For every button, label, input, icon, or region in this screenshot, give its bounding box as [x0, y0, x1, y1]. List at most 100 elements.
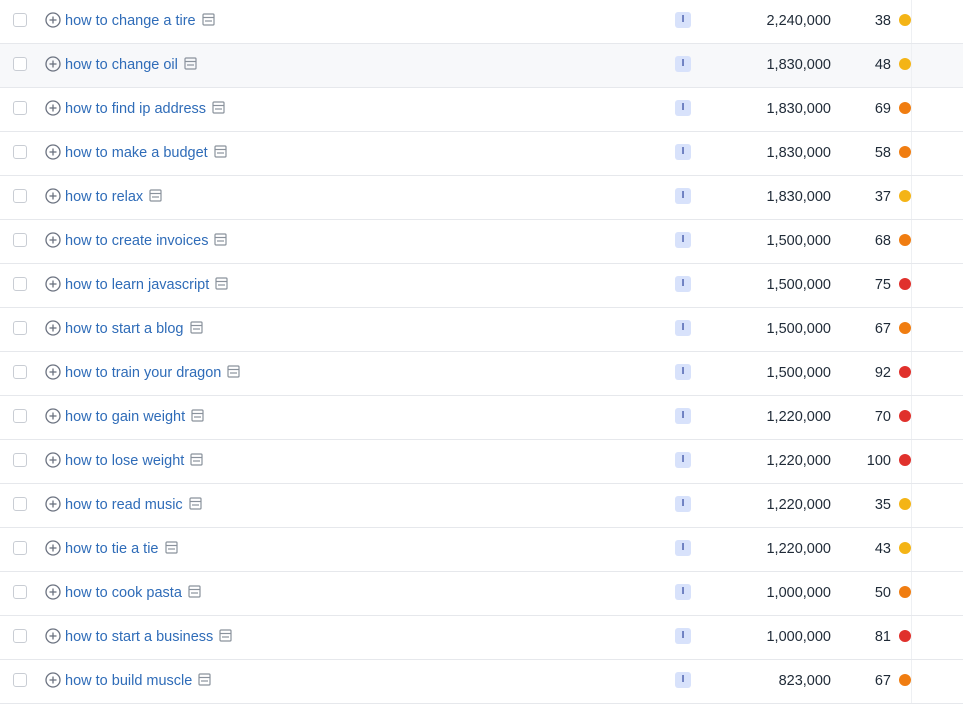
- table-row[interactable]: how to start a blog I 1,500,000 67: [0, 308, 963, 352]
- serp-features-icon[interactable]: [164, 541, 178, 554]
- add-circle-icon[interactable]: [45, 628, 61, 644]
- add-circle-icon[interactable]: [45, 56, 61, 72]
- table-row[interactable]: how to tie a tie I 1,220,000 43: [0, 528, 963, 572]
- row-checkbox[interactable]: [13, 409, 27, 423]
- row-checkbox[interactable]: [13, 497, 27, 511]
- keyword-link[interactable]: how to create invoices: [65, 232, 228, 250]
- keyword-link[interactable]: how to lose weight: [65, 452, 203, 470]
- table-row[interactable]: how to change a tire I 2,240,000 38: [0, 0, 963, 44]
- add-circle-icon[interactable]: [45, 276, 61, 292]
- add-circle-icon[interactable]: [45, 540, 61, 556]
- serp-features-icon[interactable]: [215, 277, 228, 290]
- add-circle-icon[interactable]: [45, 408, 61, 424]
- row-checkbox[interactable]: [13, 541, 27, 555]
- keyword-link[interactable]: how to gain weight: [65, 408, 204, 426]
- add-circle-icon[interactable]: [45, 12, 61, 28]
- serp-features-icon[interactable]: [227, 365, 240, 378]
- row-checkbox[interactable]: [13, 233, 27, 247]
- keyword-link[interactable]: how to start a blog: [65, 320, 203, 338]
- add-circle-icon[interactable]: [45, 144, 61, 160]
- add-circle-icon[interactable]: [45, 188, 61, 204]
- serp-features-icon[interactable]: [190, 453, 203, 466]
- table-row[interactable]: how to find ip address I 1,830,000 69: [0, 88, 963, 132]
- intent-badge: I: [675, 276, 691, 292]
- table-row[interactable]: how to relax I 1,830,000 37: [0, 176, 963, 220]
- keyword-link[interactable]: how to find ip address: [65, 100, 225, 118]
- table-row[interactable]: how to create invoices I 1,500,000 68: [0, 220, 963, 264]
- keyword-link[interactable]: how to change oil: [65, 56, 197, 74]
- row-checkbox[interactable]: [13, 673, 27, 687]
- keyword-link[interactable]: how to read music: [65, 496, 202, 514]
- keyword-link[interactable]: how to cook pasta: [65, 584, 201, 602]
- keyword-link[interactable]: how to train your dragon: [65, 364, 240, 382]
- keyword-link[interactable]: how to make a budget: [65, 144, 227, 162]
- table-row[interactable]: how to build muscle I 823,000 67: [0, 660, 963, 704]
- add-circle-icon[interactable]: [45, 320, 61, 336]
- keyword-link[interactable]: how to change a tire: [65, 12, 215, 30]
- row-checkbox[interactable]: [13, 585, 27, 599]
- serp-features-icon[interactable]: [214, 145, 227, 158]
- row-checkbox[interactable]: [13, 321, 27, 335]
- difficulty-indicator-dot: [899, 234, 911, 246]
- keyword-link[interactable]: how to learn javascript: [65, 276, 228, 294]
- row-checkbox[interactable]: [13, 189, 27, 203]
- intent-badge: I: [675, 496, 691, 512]
- keyword-link[interactable]: how to build muscle: [65, 672, 211, 690]
- column-divider: [911, 264, 912, 307]
- add-circle-icon[interactable]: [45, 584, 61, 600]
- add-circle-icon[interactable]: [45, 232, 61, 248]
- difficulty-indicator-dot: [899, 58, 911, 70]
- add-circle-icon[interactable]: [45, 672, 61, 688]
- keyword-difficulty: 70: [874, 409, 891, 425]
- serp-features-icon[interactable]: [219, 629, 232, 642]
- column-divider: [911, 44, 912, 87]
- serp-features-icon[interactable]: [149, 189, 162, 202]
- add-circle-icon[interactable]: [45, 452, 61, 468]
- row-checkbox[interactable]: [13, 101, 27, 115]
- search-volume: 1,500,000: [766, 321, 831, 337]
- keyword-text: how to relax: [65, 189, 144, 205]
- keyword-difficulty: 68: [874, 233, 891, 249]
- column-divider: [911, 396, 912, 439]
- table-row[interactable]: how to make a budget I 1,830,000 58: [0, 132, 963, 176]
- search-volume: 1,830,000: [766, 145, 831, 161]
- serp-features-icon[interactable]: [189, 497, 202, 510]
- row-checkbox[interactable]: [13, 629, 27, 643]
- row-checkbox[interactable]: [13, 277, 27, 291]
- keyword-difficulty: 35: [874, 497, 891, 513]
- search-volume: 1,830,000: [766, 57, 831, 73]
- serp-features-icon[interactable]: [201, 13, 215, 26]
- table-row[interactable]: how to learn javascript I 1,500,000 75: [0, 264, 963, 308]
- row-checkbox[interactable]: [13, 145, 27, 159]
- serp-features-icon[interactable]: [198, 673, 211, 686]
- serp-features-icon[interactable]: [191, 409, 204, 422]
- serp-features-icon[interactable]: [188, 585, 201, 598]
- serp-features-icon[interactable]: [189, 321, 203, 334]
- add-circle-icon[interactable]: [45, 496, 61, 512]
- serp-features-icon[interactable]: [184, 57, 197, 70]
- table-row[interactable]: how to read music I 1,220,000 35: [0, 484, 963, 528]
- row-checkbox[interactable]: [13, 453, 27, 467]
- row-checkbox[interactable]: [13, 57, 27, 71]
- keyword-text: how to build muscle: [65, 673, 193, 689]
- intent-badge: I: [675, 452, 691, 468]
- add-circle-icon[interactable]: [45, 100, 61, 116]
- serp-features-icon[interactable]: [214, 233, 228, 246]
- difficulty-indicator-dot: [899, 630, 911, 642]
- table-row[interactable]: how to cook pasta I 1,000,000 50: [0, 572, 963, 616]
- serp-features-icon[interactable]: [212, 101, 225, 114]
- row-checkbox[interactable]: [13, 365, 27, 379]
- table-row[interactable]: how to change oil I 1,830,000 48: [0, 44, 963, 88]
- add-circle-icon[interactable]: [45, 364, 61, 380]
- table-row[interactable]: how to lose weight I 1,220,000 100: [0, 440, 963, 484]
- keyword-link[interactable]: how to start a business: [65, 628, 232, 646]
- table-row[interactable]: how to gain weight I 1,220,000 70: [0, 396, 963, 440]
- row-checkbox[interactable]: [13, 13, 27, 27]
- keyword-link[interactable]: how to tie a tie: [65, 540, 178, 558]
- table-row[interactable]: how to train your dragon I 1,500,000 92: [0, 352, 963, 396]
- table-row[interactable]: how to start a business I 1,000,000 81: [0, 616, 963, 660]
- search-volume: 1,830,000: [766, 101, 831, 117]
- keyword-link[interactable]: how to relax: [65, 188, 162, 206]
- keyword-text: how to train your dragon: [65, 365, 222, 381]
- intent-badge: I: [675, 100, 691, 116]
